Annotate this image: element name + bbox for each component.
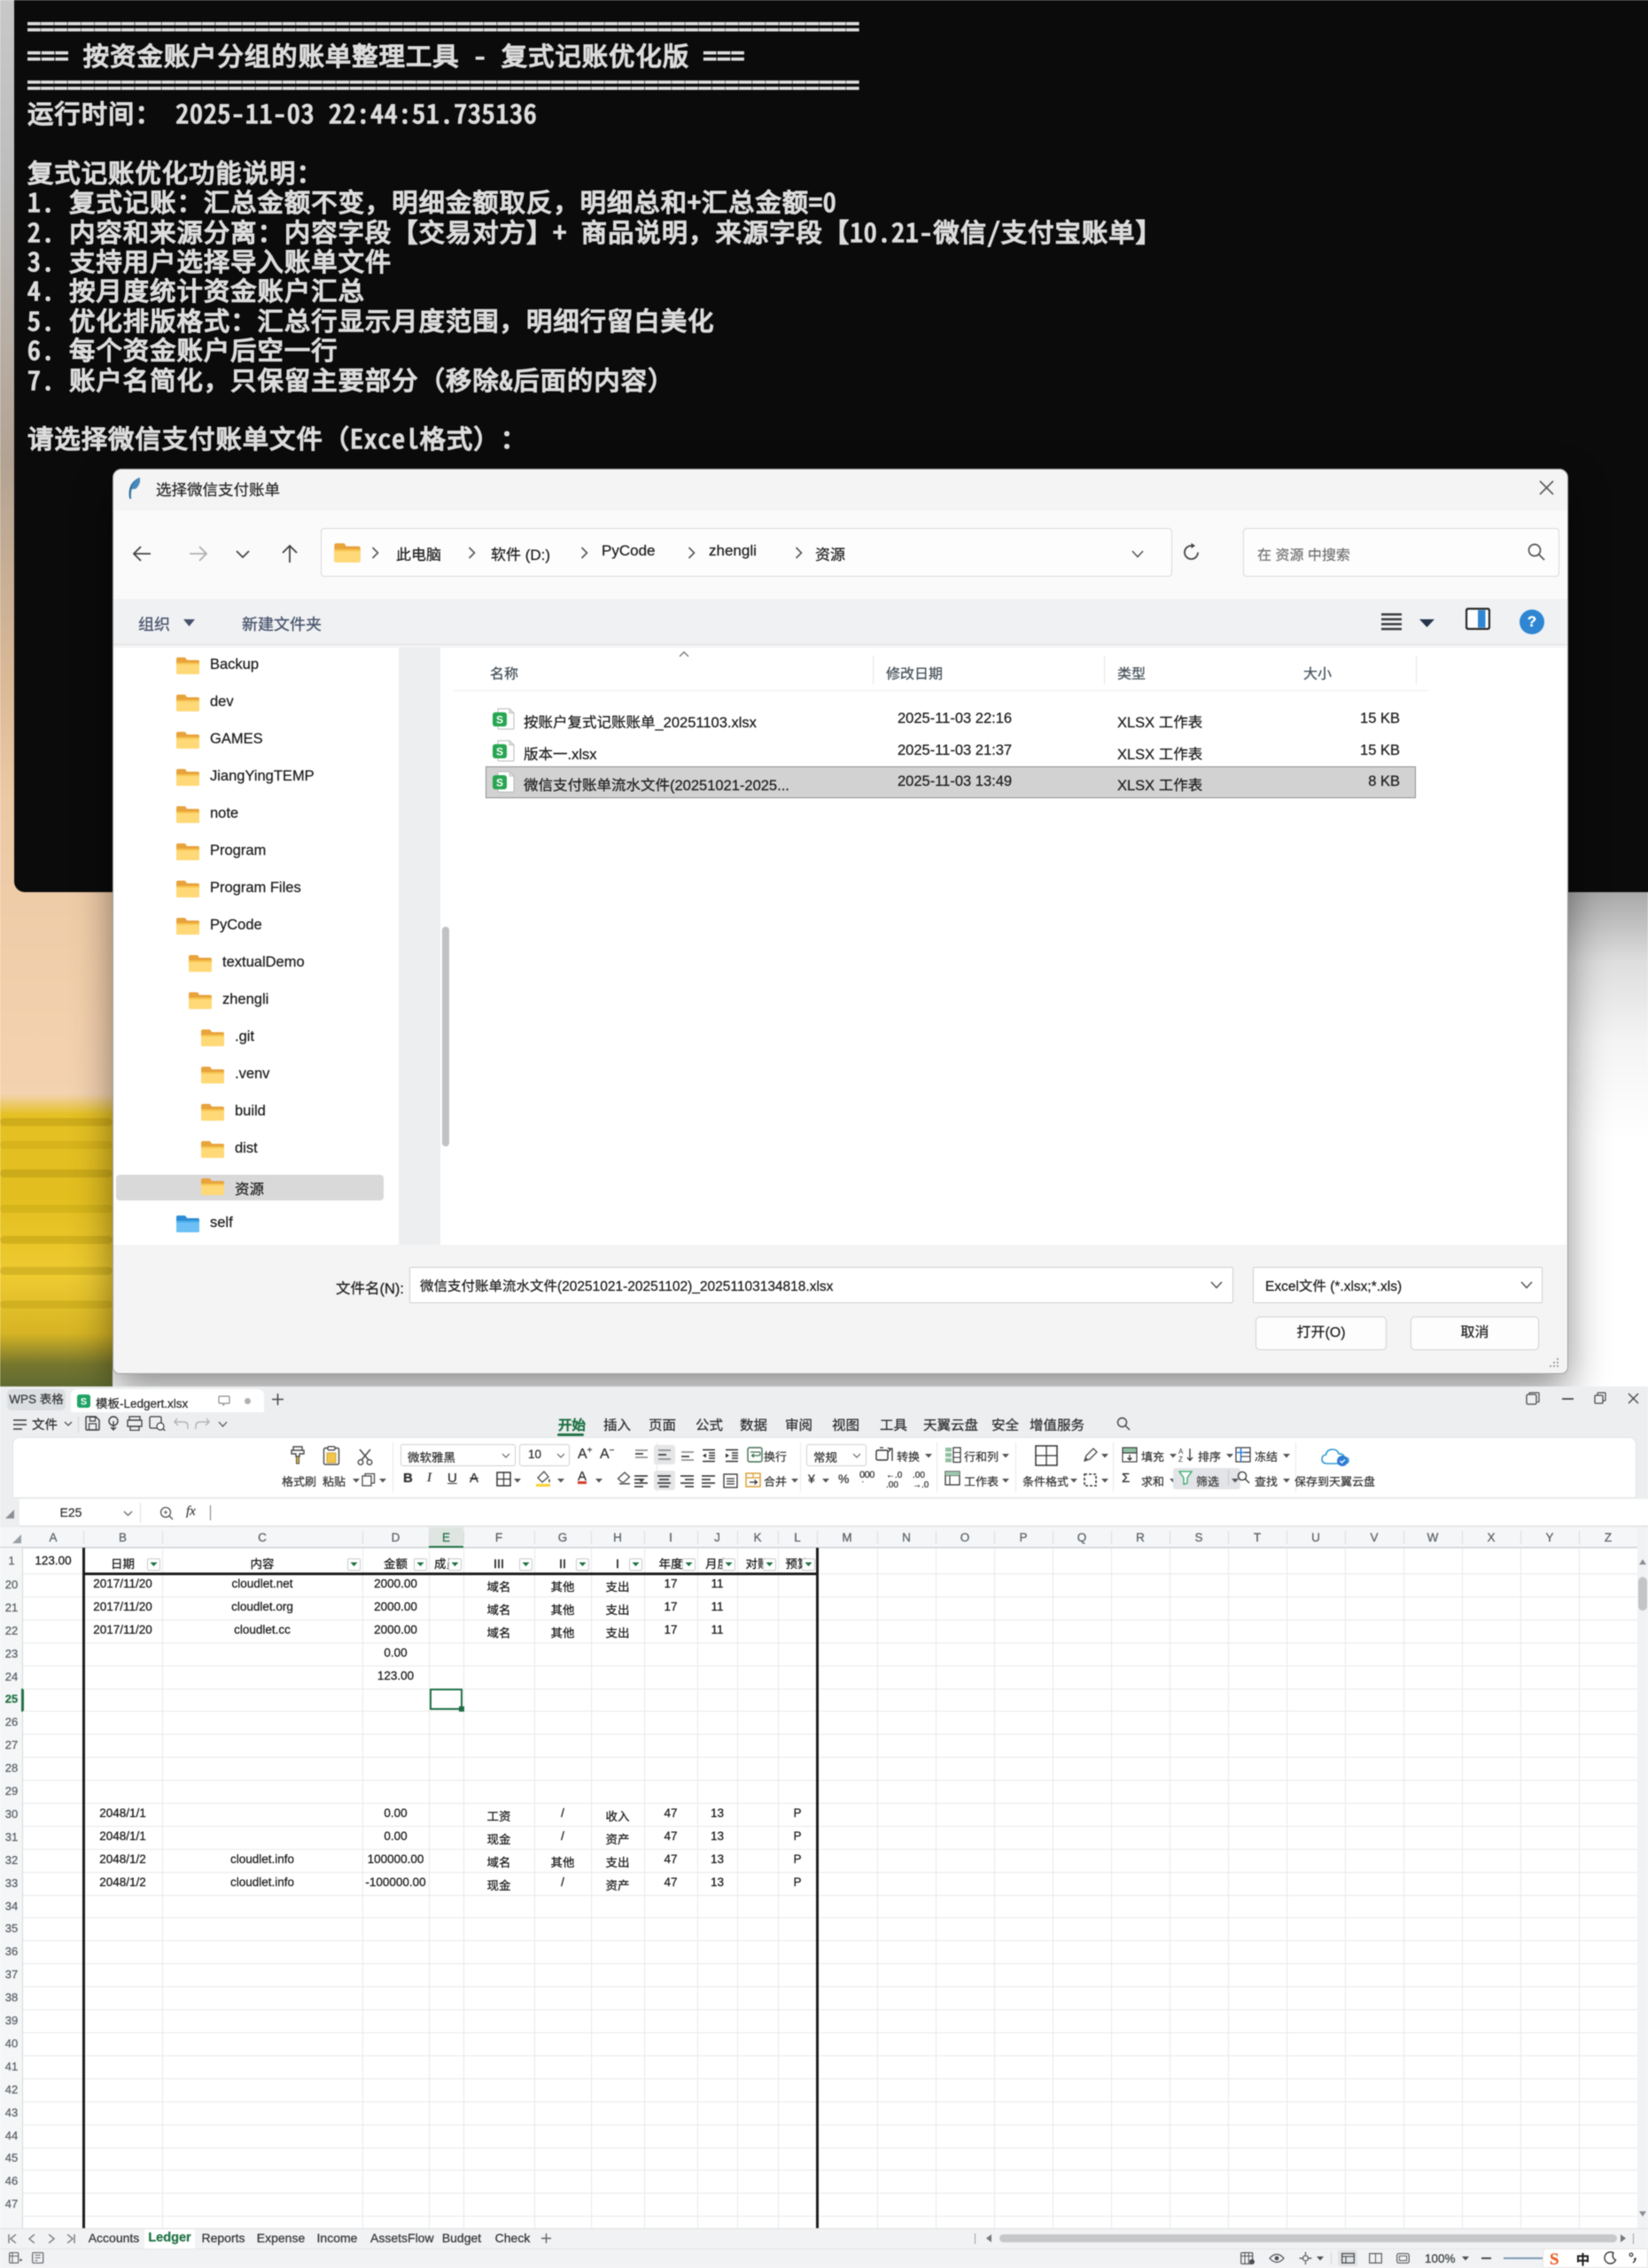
svg-text:Z: Z	[1178, 1456, 1183, 1463]
svg-text:S: S	[81, 1397, 87, 1408]
svg-text:S: S	[496, 714, 503, 726]
svg-text:S: S	[496, 746, 503, 758]
svg-text:S: S	[496, 777, 503, 789]
svg-text:A: A	[1178, 1448, 1184, 1456]
